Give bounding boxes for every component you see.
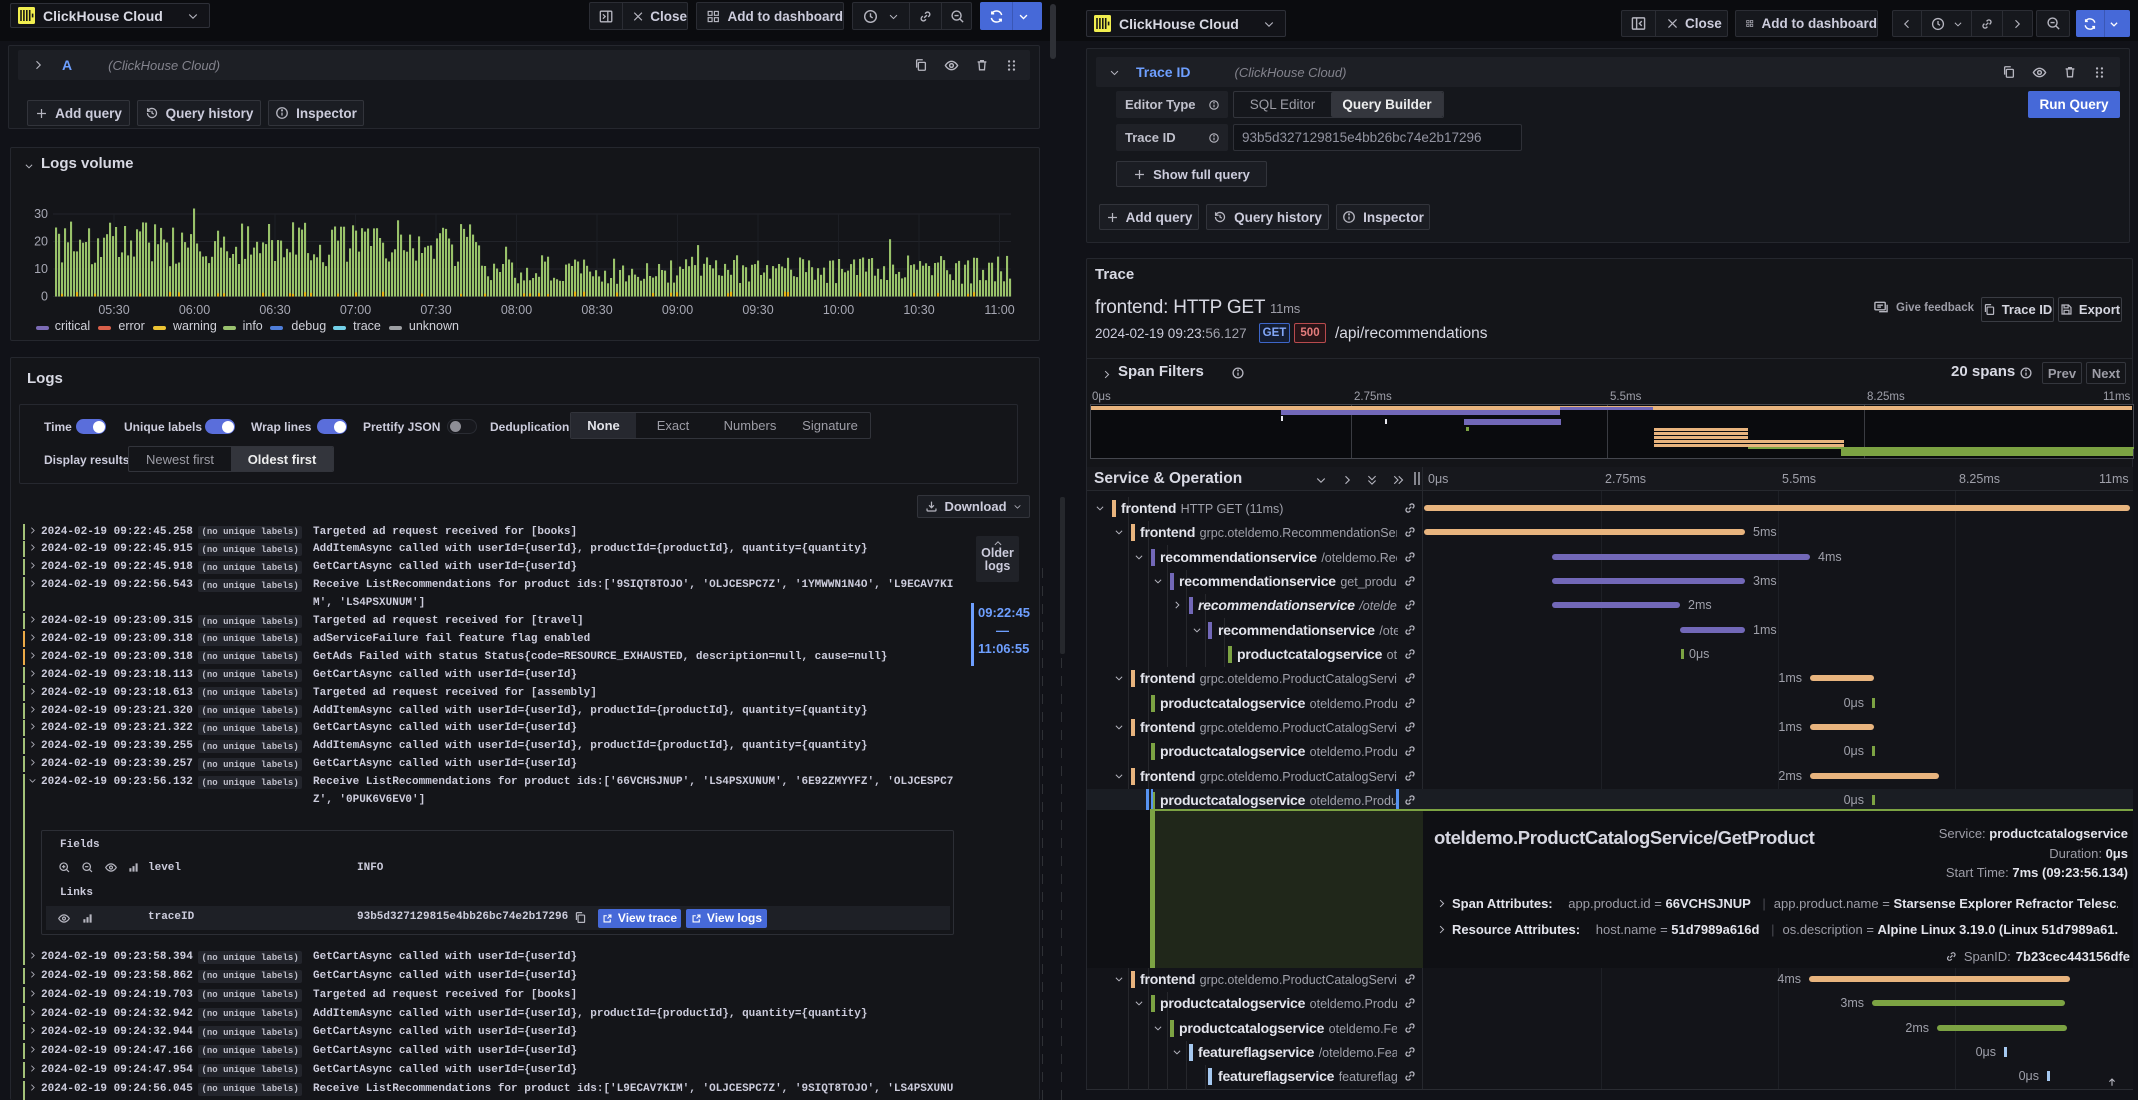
svg-text:05:30: 05:30 xyxy=(98,303,129,317)
svg-text:0: 0 xyxy=(41,290,48,304)
svg-text:30: 30 xyxy=(34,207,48,221)
svg-text:20: 20 xyxy=(34,235,48,249)
svg-text:11:00: 11:00 xyxy=(984,303,1014,317)
svg-text:08:00: 08:00 xyxy=(501,303,532,317)
svg-text:10:30: 10:30 xyxy=(903,303,934,317)
svg-text:06:30: 06:30 xyxy=(259,303,290,317)
svg-text:08:30: 08:30 xyxy=(581,303,612,317)
svg-text:10: 10 xyxy=(34,262,48,276)
svg-text:09:30: 09:30 xyxy=(742,303,773,317)
svg-text:07:00: 07:00 xyxy=(340,303,371,317)
svg-text:06:00: 06:00 xyxy=(179,303,210,317)
svg-text:09:00: 09:00 xyxy=(662,303,693,317)
svg-text:10:00: 10:00 xyxy=(823,303,854,317)
svg-text:07:30: 07:30 xyxy=(420,303,451,317)
